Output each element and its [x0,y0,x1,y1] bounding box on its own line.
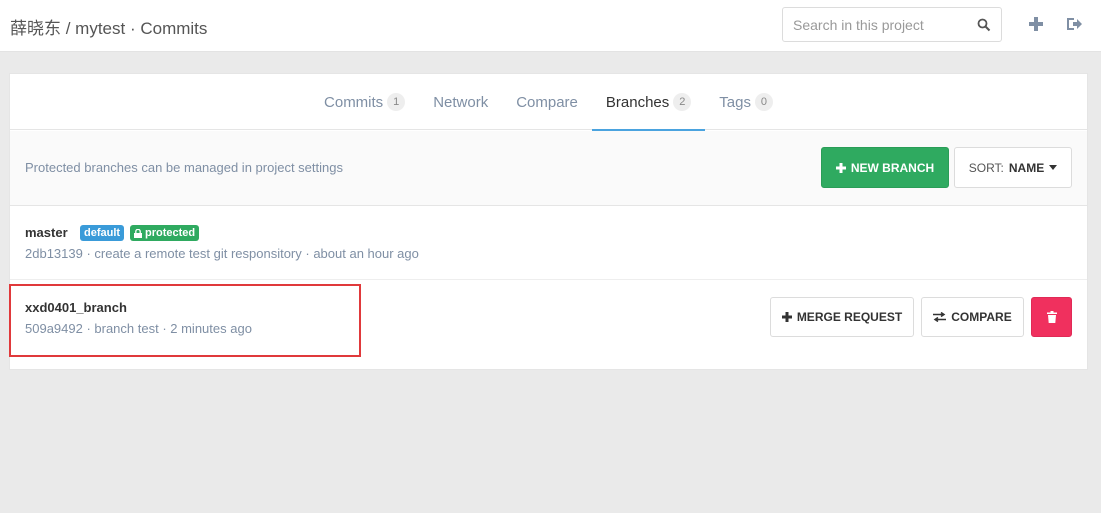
project-tabs: Commits 1 Network Compare Branches 2 Tag… [10,74,1087,131]
tab-branches[interactable]: Branches 2 [591,74,706,131]
new-branch-button[interactable]: NEW BRANCH [821,147,949,188]
search-icon[interactable] [977,18,991,32]
branch-commit-info: 2db13139 · create a remote test git resp… [25,246,419,261]
protected-badge-text: protected [145,227,196,239]
branches-infobar: Protected branches can be managed in pro… [10,131,1087,206]
sign-out-icon[interactable] [1065,15,1083,33]
search-input[interactable] [793,15,973,35]
sort-label: SORT: [968,160,1004,175]
compare-button[interactable]: COMPARE [921,297,1024,337]
plus-icon [835,162,846,173]
tab-label: Network [433,93,489,111]
tab-label: Commits [324,93,384,111]
lock-icon [134,228,142,238]
tab-label: Compare [516,93,578,111]
trash-icon [1046,311,1057,323]
tab-label: Tags [719,93,751,111]
merge-request-label: MERGE REQUEST [796,310,903,324]
project-search[interactable] [782,7,1002,42]
compare-label: COMPARE [951,310,1012,324]
page-breadcrumb[interactable]: 薛晓东 / mytest · Commits [10,14,207,39]
new-branch-label: NEW BRANCH [850,160,935,175]
tab-tags[interactable]: Tags 0 [705,74,787,130]
merge-request-button[interactable]: MERGE REQUEST [770,297,914,337]
tab-commits[interactable]: Commits 1 [310,74,419,130]
branch-row: master default protected 2db13139 · crea… [10,206,1087,280]
tab-count-badge: 1 [387,93,406,111]
highlight-annotation-box [9,284,361,357]
sort-dropdown[interactable]: SORT: NAME [954,147,1072,188]
top-header: 薛晓东 / mytest · Commits [0,0,1101,52]
default-badge-text: default [84,227,121,239]
tab-label: Branches [605,93,670,111]
tab-network[interactable]: Network [419,74,502,130]
protected-badge: protected [130,225,200,241]
plus-icon [781,312,792,322]
default-badge: default [80,225,125,241]
tab-count-badge: 0 [754,93,773,111]
plus-icon[interactable] [1027,15,1045,33]
caret-down-icon [1049,165,1058,170]
tab-count-badge: 2 [673,93,692,111]
branch-name-link[interactable]: master [25,225,68,240]
tab-compare[interactable]: Compare [502,74,592,130]
delete-branch-button[interactable] [1031,297,1072,337]
protected-branches-note: Protected branches can be managed in pro… [25,160,343,175]
exchange-icon [933,312,947,322]
sort-value: NAME [1008,160,1045,175]
